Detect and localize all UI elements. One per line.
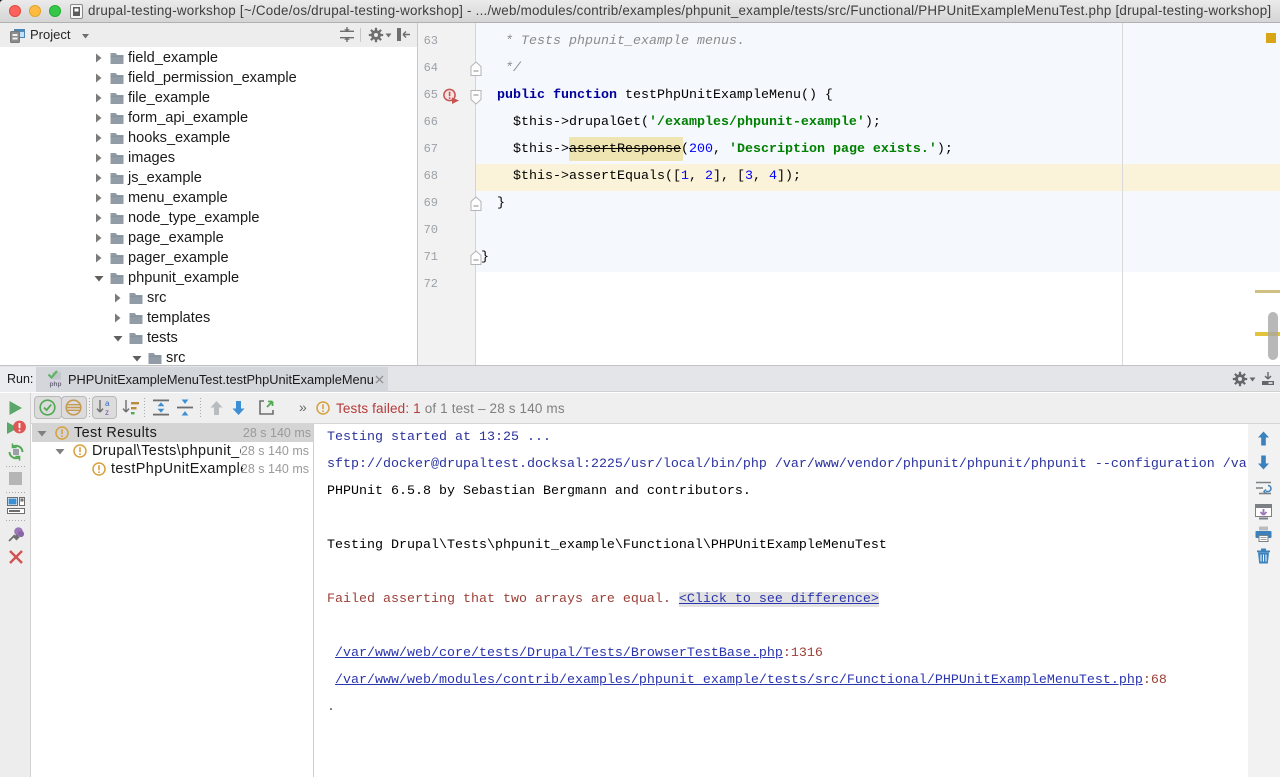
svg-text:a: a xyxy=(105,399,110,408)
svg-text:php: php xyxy=(50,381,62,388)
svg-text:z: z xyxy=(105,408,109,416)
